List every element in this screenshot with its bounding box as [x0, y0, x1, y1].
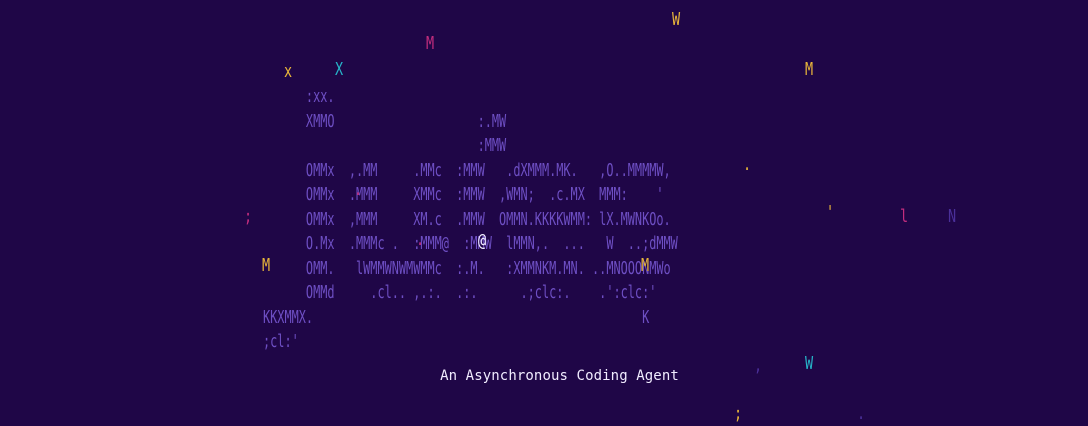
- floating-glyph: .: [354, 179, 363, 200]
- floating-glyph: X: [335, 59, 344, 80]
- splash-screen: :xx. XMMO :.MW :MMW OMMx ,.MM .MMc :MMW …: [0, 0, 1088, 426]
- floating-glyph: N: [948, 206, 957, 227]
- logo-art-line: :xx.: [263, 86, 335, 107]
- logo-art-line: OMMd .cl.. ,.:. .:. .;clc:. .':clc:': [263, 282, 657, 303]
- logo-art-line: OMMx .MMM XMMc :MMW ,WMN; .c.MX MMM: ': [263, 184, 664, 205]
- logo-art-line: OMMx ,MMM XM.c .MMW OMMN.KKKKWMM: lX.MWN…: [263, 208, 671, 230]
- floating-glyph: .: [743, 154, 752, 175]
- floating-glyph: x: [284, 61, 293, 82]
- floating-glyph: M: [805, 59, 814, 80]
- floating-glyph: @: [478, 230, 487, 251]
- floating-glyph: ;: [734, 403, 743, 424]
- logo-art-line: ;cl:': [263, 331, 299, 352]
- logo-art-line: :MMW: [263, 135, 507, 156]
- floating-glyph: W: [672, 9, 681, 30]
- floating-glyph: .: [857, 403, 866, 424]
- logo-art-line: OMMx ,.MM .MMc :MMW .dXMMM.MK. ,O..MMMMW…: [263, 159, 671, 181]
- floating-glyph: ': [826, 202, 835, 223]
- floating-glyph: ;: [244, 206, 253, 227]
- floating-glyph: l: [900, 206, 909, 227]
- floating-glyph: M: [262, 255, 271, 276]
- logo-art-line: O.Mx .MMMc . :MMM@ :MMW lMMN,. ... W ..;…: [263, 233, 678, 254]
- logo-art-line: XMMO :.MW: [263, 110, 507, 132]
- logo-art-line: OMM. lWMMWNWMWMMc :.M. :XMMNKM.MN. ..MNO…: [263, 257, 671, 279]
- logo-ascii-art: :xx. XMMO :.MW :MMW OMMx ,.MM .MMc :MMW …: [263, 85, 678, 355]
- tagline: An Asynchronous Coding Agent: [440, 368, 679, 384]
- floating-glyph: M: [641, 255, 650, 276]
- floating-glyph: .: [416, 229, 425, 250]
- logo-art-line: KKXMMX. K: [263, 306, 650, 328]
- floating-glyph: M: [426, 33, 435, 54]
